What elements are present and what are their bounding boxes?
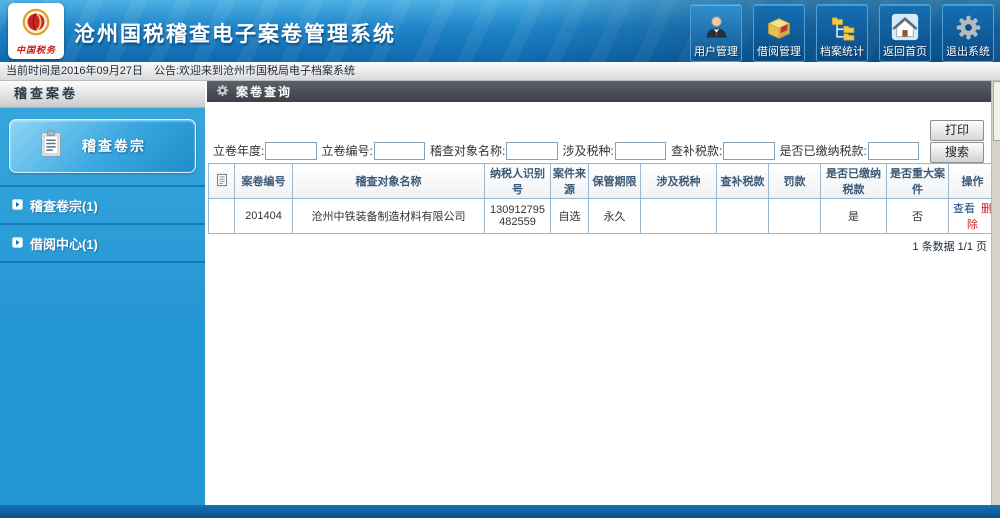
retention-period-cell: 永久 — [589, 199, 641, 234]
table-header-row: 案卷编号 稽查对象名称 纳税人识别号 案件来源 保管期限 涉及税种 查补税款 罚… — [209, 164, 997, 199]
col-header-target-name: 稽查对象名称 — [293, 164, 485, 199]
col-header-tax-recovered: 查补税款 — [717, 164, 769, 199]
filing-number-label: 立卷编号: — [322, 142, 373, 159]
app-header: 中国税务 沧州国税稽查电子案卷管理系统 用户管理 — [0, 0, 1000, 62]
nav-button-label: 借阅管理 — [757, 43, 801, 59]
col-header-tax-paid: 是否已缴纳税款 — [821, 164, 887, 199]
target-name-input[interactable] — [506, 142, 557, 160]
col-header-tax-types: 涉及税种 — [641, 164, 717, 199]
nav-button-label: 返回首页 — [883, 43, 927, 59]
gear-small-icon — [216, 84, 229, 100]
scrollbar-thumb[interactable] — [993, 81, 1000, 141]
search-form: 立卷年度: 立卷编号: 稽查对象名称: 涉及税种: 查补税款: 是否已缴纳税款: — [213, 140, 924, 161]
col-header-case-number: 案卷编号 — [235, 164, 293, 199]
taxpayer-id-cell: 130912795482559 — [485, 199, 551, 234]
nav-borrow-management-button[interactable]: 借阅管理 — [753, 4, 805, 62]
filing-year-input[interactable] — [265, 142, 316, 160]
sidebar-item-label: 借阅中心(1) — [30, 234, 98, 253]
col-header-major-case: 是否重大案件 — [887, 164, 949, 199]
nav-archive-statistics-button[interactable]: 档案统计 — [816, 4, 868, 62]
lantern-emblem-icon — [21, 7, 51, 42]
col-header-fine: 罚款 — [769, 164, 821, 199]
app-window: 中国税务 沧州国税稽查电子案卷管理系统 用户管理 — [0, 0, 1000, 517]
tax-types-label: 涉及税种: — [563, 142, 614, 159]
tax-recovered-label: 查补税款: — [671, 142, 722, 159]
tax-paid-cell: 是 — [821, 199, 887, 234]
app-title: 沧州国税稽查电子案卷管理系统 — [74, 18, 396, 48]
filing-year-label: 立卷年度: — [213, 142, 264, 159]
clipboard-icon — [36, 129, 66, 164]
nav-button-label: 用户管理 — [694, 43, 738, 59]
tax-paid-input[interactable] — [868, 142, 919, 160]
col-header-actions: 操作 — [949, 164, 997, 199]
sidebar: 稽查案卷 稽查卷宗 稽查卷宗(1) — [0, 81, 205, 505]
results-table-wrap: 案卷编号 稽查对象名称 纳税人识别号 案件来源 保管期限 涉及税种 查补税款 罚… — [208, 163, 989, 254]
fine-cell — [769, 199, 821, 234]
actions-cell: 查看删除 — [949, 199, 997, 234]
nav-home-button[interactable]: 返回首页 — [879, 4, 931, 62]
target-name-label: 稽查对象名称: — [430, 142, 505, 159]
col-header-case-source: 案件来源 — [551, 164, 589, 199]
panel-titlebar: 案卷查询 — [207, 81, 1000, 102]
top-nav: 用户管理 借阅管理 — [690, 4, 994, 62]
gear-icon — [955, 11, 982, 43]
tax-recovered-input[interactable] — [723, 142, 774, 160]
vertical-scrollbar[interactable] — [991, 81, 1000, 505]
sidebar-active-module-button[interactable]: 稽查卷宗 — [9, 119, 196, 173]
sidebar-item-borrow-center[interactable]: 借阅中心(1) — [0, 223, 205, 263]
archive-box-icon — [764, 11, 794, 43]
panel-title: 案卷查询 — [236, 83, 292, 100]
case-source-cell: 自选 — [551, 199, 589, 234]
target-name-cell: 沧州中铁装备制造材料有限公司 — [293, 199, 485, 234]
search-button[interactable]: 搜索 — [930, 142, 984, 163]
pagination-info: 1 条数据 1/1 页 — [208, 234, 989, 254]
main-panel: 案卷查询 打印 搜索 立卷年度: 立卷编号: 稽查对象名称: 涉及税种: 查补税… — [205, 81, 1000, 505]
sidebar-section-title: 稽查案卷 — [0, 81, 205, 108]
nav-button-label: 档案统计 — [820, 43, 864, 59]
bullet-arrow-icon — [12, 236, 23, 251]
major-case-cell: 否 — [887, 199, 949, 234]
nav-exit-system-button[interactable]: 退出系统 — [942, 4, 994, 62]
tax-paid-label: 是否已缴纳税款: — [780, 142, 867, 159]
sidebar-item-inspection-files[interactable]: 稽查卷宗(1) — [0, 185, 205, 223]
document-icon — [209, 164, 235, 199]
home-icon — [891, 11, 919, 43]
folder-tree-icon — [829, 11, 856, 43]
col-header-taxpayer-id: 纳税人识别号 — [485, 164, 551, 199]
tax-types-cell — [641, 199, 717, 234]
status-bar: 当前时间是2016年09月27日 公告:欢迎来到沧州市国税局电子档案系统 — [0, 62, 1000, 81]
case-number-cell: 201404 — [235, 199, 293, 234]
tax-types-input[interactable] — [615, 142, 666, 160]
nav-button-label: 退出系统 — [946, 43, 990, 59]
user-icon — [703, 11, 730, 43]
nav-user-management-button[interactable]: 用户管理 — [690, 4, 742, 62]
row-icon-cell — [209, 199, 235, 234]
results-table: 案卷编号 稽查对象名称 纳税人识别号 案件来源 保管期限 涉及税种 查补税款 罚… — [208, 163, 997, 234]
bottom-bar — [0, 505, 1000, 518]
tax-recovered-cell — [717, 199, 769, 234]
filing-number-input[interactable] — [374, 142, 425, 160]
view-link[interactable]: 查看 — [953, 203, 975, 215]
sidebar-active-module-label: 稽查卷宗 — [82, 136, 146, 156]
col-header-retention-period: 保管期限 — [589, 164, 641, 199]
print-button[interactable]: 打印 — [930, 120, 984, 141]
bullet-arrow-icon — [12, 198, 23, 213]
body: 稽查案卷 稽查卷宗 稽查卷宗(1) — [0, 81, 1000, 505]
tax-bureau-logo: 中国税务 — [8, 3, 64, 59]
sidebar-item-label: 稽查卷宗(1) — [30, 196, 98, 215]
table-row: 201404 沧州中铁装备制造材料有限公司 130912795482559 自选… — [209, 199, 997, 234]
logo-caption: 中国税务 — [16, 43, 56, 56]
